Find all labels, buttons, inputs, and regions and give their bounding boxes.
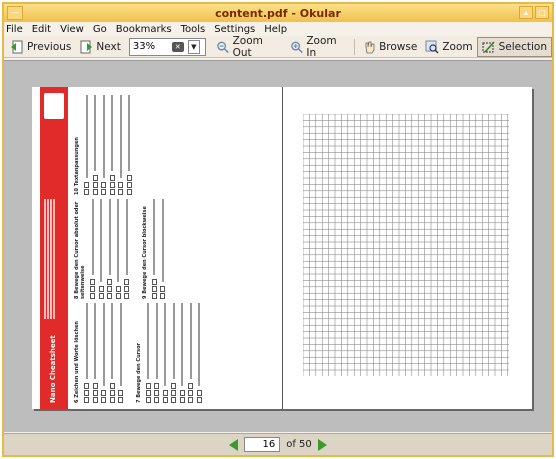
next-page-icon (80, 40, 93, 53)
zoom-tool-icon (425, 40, 439, 53)
clear-icon[interactable]: ✕ (171, 41, 184, 52)
browse-label: Browse (379, 40, 418, 53)
zoom-tool-label: Zoom (442, 40, 473, 53)
section-heading: 10 Textanpassungen (74, 137, 80, 195)
section-heading: 6 Zeichen und Worte löschen (74, 321, 80, 403)
toolbar-separator (354, 38, 356, 55)
graph-paper-grid (303, 114, 509, 376)
window-title: content.pdf - Okular (215, 6, 341, 20)
selection-icon (482, 41, 495, 52)
zoom-input[interactable] (129, 41, 170, 52)
main-toolbar: Previous Next ✕ ▼ Zoom Out (4, 34, 552, 59)
menu-view[interactable]: View (60, 24, 84, 35)
menu-bookmarks[interactable]: Bookmarks (116, 24, 172, 35)
okular-window: — content.pdf - Okular ▴ □ File Edit Vie… (2, 2, 554, 457)
minimize-button[interactable]: ▴ (519, 6, 533, 19)
chevron-down-icon[interactable]: ▼ (187, 39, 200, 54)
page-number-input[interactable] (244, 437, 281, 452)
selection-button[interactable]: Selection (476, 36, 552, 57)
zoom-out-label: Zoom Out (232, 34, 263, 59)
zoom-in-icon (291, 41, 303, 53)
title-bar[interactable]: — content.pdf - Okular ▴ □ (4, 4, 552, 22)
section-heading: 9 Bewege den Cursor blockweise (141, 206, 148, 299)
next-button[interactable]: Next (75, 37, 124, 57)
page-navigation-bar: of 50 (4, 433, 552, 455)
menu-edit[interactable]: Edit (32, 24, 51, 35)
pdf-page-right[interactable] (282, 87, 532, 409)
browse-button[interactable]: Browse (358, 37, 421, 57)
previous-button[interactable]: Previous (6, 37, 75, 57)
menu-help[interactable]: Help (264, 24, 287, 35)
zoom-in-button[interactable]: Zoom In (286, 34, 351, 59)
zoom-out-icon (217, 41, 230, 53)
maximize-button[interactable]: □ (535, 6, 549, 19)
menu-tools[interactable]: Tools (181, 24, 206, 35)
pdf-page-left[interactable]: Nano Cheatsheet 6 Zeichen und Worte lösc… (32, 87, 282, 409)
banner-info-lines (43, 199, 56, 319)
document-viewport[interactable]: Nano Cheatsheet 6 Zeichen und Worte lösc… (4, 60, 552, 432)
license-logo-icon (44, 93, 64, 119)
previous-page-arrow-icon[interactable] (229, 438, 239, 451)
zoom-out-button[interactable]: Zoom Out (212, 34, 286, 59)
zoom-tool-button[interactable]: Zoom (421, 37, 476, 57)
menu-settings[interactable]: Settings (214, 24, 255, 35)
zoom-combobox[interactable]: ✕ ▼ (128, 37, 207, 56)
page-count-label: of 50 (286, 439, 312, 450)
menu-go[interactable]: Go (93, 24, 107, 35)
cheatsheet-banner: Nano Cheatsheet (40, 87, 68, 409)
zoom-in-label: Zoom In (306, 34, 337, 59)
column-middle: 8 Bewege den Cursor absolut oder seitenw… (74, 199, 168, 299)
hand-icon (365, 41, 375, 53)
cheatsheet-title: Nano Cheatsheet (49, 335, 57, 403)
section-heading: 7 Bewege den Cursor (135, 343, 142, 403)
previous-label: Previous (27, 40, 72, 53)
previous-page-icon (11, 40, 23, 53)
section-heading: 8 Bewege den Cursor absolut oder seitenw… (74, 201, 86, 299)
column-right: 10 Textanpassungen (74, 95, 134, 195)
next-page-arrow-icon[interactable] (317, 438, 327, 451)
selection-label: Selection (498, 40, 547, 53)
column-left: 6 Zeichen und Worte löschen 7 Bewege den… (74, 303, 204, 403)
rotated-page-content: Nano Cheatsheet 6 Zeichen und Worte lösc… (32, 87, 282, 409)
menu-file[interactable]: File (6, 24, 23, 35)
next-label: Next (96, 40, 121, 53)
